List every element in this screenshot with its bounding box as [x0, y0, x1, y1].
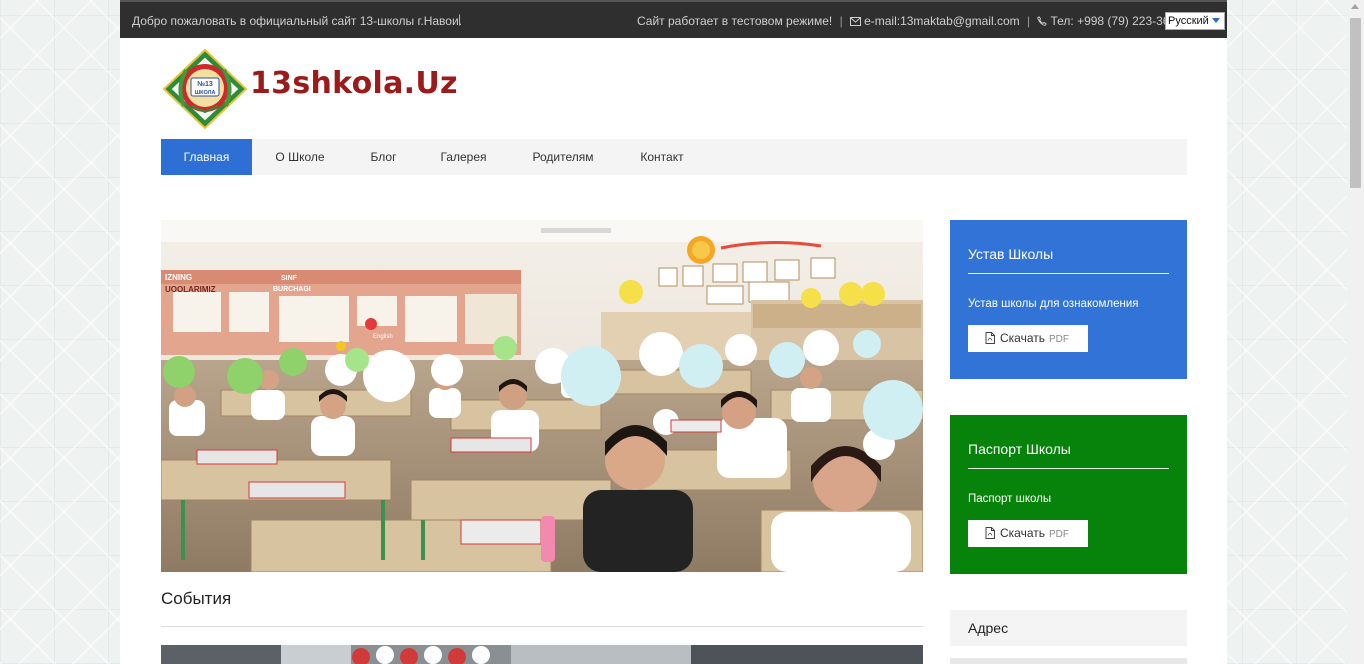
nav-item-gallery[interactable]: Галерея: [419, 139, 508, 175]
email-link[interactable]: e-mail:13maktab@gmail.com: [864, 14, 1020, 28]
scroll-up-arrow-icon[interactable]: [1351, 4, 1359, 9]
charter-download-button[interactable]: Скачать PDF: [968, 325, 1088, 352]
topbar-separator: |: [458, 12, 462, 26]
board-label: BURCHAGI: [273, 286, 311, 293]
events-heading: События: [161, 589, 232, 608]
welcome-text: Добро пожаловать в официальный сайт 13-ш…: [132, 14, 462, 28]
charter-card: Устав Школы Устав школы для ознакомления…: [950, 220, 1187, 379]
school-emblem-logo[interactable]: №13 ШКОЛА: [162, 48, 248, 130]
charter-rule: [968, 273, 1169, 274]
nav-item-home[interactable]: Главная: [161, 139, 252, 175]
charter-title: Устав Школы: [968, 246, 1054, 262]
address-heading: Адрес: [950, 610, 1187, 646]
passport-download-button[interactable]: Скачать PDF: [968, 520, 1088, 547]
charter-text: Устав школы для ознакомления: [968, 298, 1139, 310]
pdf-file-icon: [985, 527, 995, 539]
main-nav: Главная О Школе Блог Галерея Родителям К…: [161, 139, 1187, 175]
contact-divider: |: [839, 14, 843, 28]
contact-divider: |: [1027, 14, 1031, 28]
phone-icon: [1037, 16, 1048, 26]
page-scrollbar[interactable]: [1347, 0, 1364, 664]
board-label: English: [373, 334, 393, 340]
passport-download-label: Скачать: [1000, 526, 1045, 540]
dropdown-caret-icon: [1212, 18, 1220, 23]
charter-download-label: Скачать: [1000, 331, 1045, 345]
address-map[interactable]: [950, 658, 1187, 664]
charter-pdf-tag: PDF: [1049, 334, 1069, 345]
topbar-contacts: Сайт работает в тестовом режиме! | e-mai…: [637, 14, 1187, 28]
scroll-thumb[interactable]: [1350, 18, 1361, 188]
site-title[interactable]: 13shkola.Uz: [250, 66, 458, 101]
logo-badge-word: ШКОЛА: [195, 90, 216, 96]
nav-item-contact[interactable]: Контакт: [618, 139, 706, 175]
passport-card: Паспорт Школы Паспорт школы Скачать PDF: [950, 415, 1187, 574]
hero-classroom-photo[interactable]: IZNING UQOLARIMIZ SINF BURCHAGI English: [161, 220, 923, 572]
logo-badge-number: №13: [197, 80, 213, 88]
pdf-file-icon: [985, 332, 995, 344]
passport-rule: [968, 468, 1169, 469]
top-info-bar: Добро пожаловать в официальный сайт 13-ш…: [120, 0, 1227, 38]
envelope-icon: [850, 17, 862, 26]
page-container: Добро пожаловать в официальный сайт 13-ш…: [120, 0, 1227, 664]
nav-item-blog[interactable]: Блог: [348, 139, 419, 175]
passport-title: Паспорт Школы: [968, 441, 1071, 457]
passport-text: Паспорт школы: [968, 493, 1052, 505]
passport-pdf-tag: PDF: [1049, 529, 1069, 540]
nav-item-parents[interactable]: Родителям: [508, 139, 618, 175]
language-select[interactable]: Русский: [1165, 12, 1225, 30]
test-mode-notice: Сайт работает в тестовом режиме!: [637, 14, 833, 28]
event-thumbnail[interactable]: [161, 645, 923, 664]
board-label: SINF: [281, 275, 298, 282]
nav-item-about[interactable]: О Школе: [252, 139, 348, 175]
board-label: IZNING: [165, 273, 192, 282]
language-value: Русский: [1168, 15, 1209, 27]
events-divider: [161, 626, 923, 627]
